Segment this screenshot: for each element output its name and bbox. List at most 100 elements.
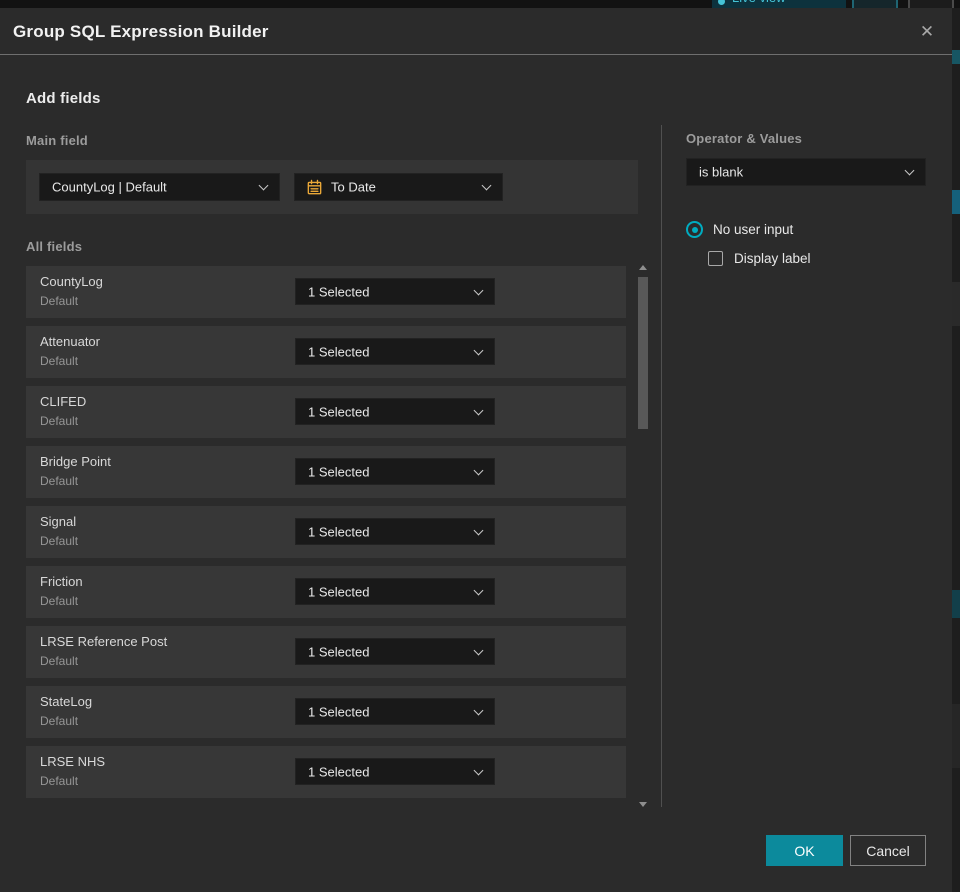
chevron-down-icon <box>473 465 484 475</box>
date-dropdown-value: To Date <box>331 179 376 195</box>
field-row-friction: Friction Default 1 Selected <box>26 566 626 618</box>
field-subtitle: Default <box>40 774 79 788</box>
chevron-down-icon <box>481 180 492 191</box>
field-name: Friction <box>40 574 83 589</box>
background-fragment <box>952 704 960 768</box>
main-field-label: Main field <box>26 133 88 148</box>
background-fragment <box>952 282 960 326</box>
operator-dropdown-value: is blank <box>699 164 744 180</box>
background-button-fragment <box>908 0 954 8</box>
checkbox-unchecked-icon <box>708 251 723 266</box>
field-select-dropdown[interactable]: 1 Selected <box>295 698 495 725</box>
field-subtitle: Default <box>40 414 79 428</box>
display-label-text: Display label <box>734 251 811 266</box>
field-select-value: 1 Selected <box>308 584 370 599</box>
field-name: Signal <box>40 514 77 529</box>
field-select-dropdown[interactable]: 1 Selected <box>295 458 495 485</box>
list-scrollbar[interactable] <box>636 263 650 809</box>
scroll-up-arrow-icon[interactable] <box>639 265 647 270</box>
date-attribute-dropdown[interactable]: To Date <box>294 173 503 201</box>
field-subtitle: Default <box>40 654 79 668</box>
field-select-dropdown[interactable]: 1 Selected <box>295 338 495 365</box>
no-user-input-label: No user input <box>713 222 794 237</box>
field-select-dropdown[interactable]: 1 Selected <box>295 518 495 545</box>
cancel-button[interactable]: Cancel <box>850 835 926 866</box>
scroll-down-arrow-icon[interactable] <box>639 802 647 807</box>
live-view-dot-icon <box>718 0 725 5</box>
chevron-down-icon <box>258 180 269 191</box>
calendar-icon <box>307 179 322 195</box>
field-select-dropdown[interactable]: 1 Selected <box>295 398 495 425</box>
chevron-down-icon <box>473 765 484 775</box>
chevron-down-icon <box>473 705 484 715</box>
field-select-value: 1 Selected <box>308 344 370 359</box>
field-name: CLIFED <box>40 394 87 409</box>
chevron-down-icon <box>904 165 915 176</box>
radio-selected-icon <box>686 221 703 238</box>
all-fields-list: CountyLog Default 1 Selected Attenuator … <box>26 266 626 798</box>
field-select-dropdown[interactable]: 1 Selected <box>295 578 495 605</box>
field-subtitle: Default <box>40 534 79 548</box>
ok-button[interactable]: OK <box>766 835 843 866</box>
field-select-value: 1 Selected <box>308 704 370 719</box>
background-fragment <box>952 590 960 618</box>
operator-values-label: Operator & Values <box>686 131 803 146</box>
field-select-value: 1 Selected <box>308 464 370 479</box>
field-select-dropdown[interactable]: 1 Selected <box>295 278 495 305</box>
field-row-clifed: CLIFED Default 1 Selected <box>26 386 626 438</box>
dialog-header: Group SQL Expression Builder ✕ <box>0 8 952 55</box>
field-row-countylog: CountyLog Default 1 Selected <box>26 266 626 318</box>
field-select-value: 1 Selected <box>308 284 370 299</box>
screen: Live view Group SQL Expression Builder ✕… <box>0 0 960 892</box>
field-subtitle: Default <box>40 474 79 488</box>
field-select-dropdown[interactable]: 1 Selected <box>295 638 495 665</box>
field-subtitle: Default <box>40 594 79 608</box>
live-view-tab-fragment: Live view <box>712 0 846 8</box>
field-name: StateLog <box>40 694 93 709</box>
add-fields-heading: Add fields <box>26 90 101 107</box>
radio-dot <box>691 226 698 233</box>
background-button-fragment <box>852 0 898 8</box>
field-select-dropdown[interactable]: 1 Selected <box>295 758 495 785</box>
field-select-value: 1 Selected <box>308 404 370 419</box>
all-fields-label: All fields <box>26 239 83 254</box>
chevron-down-icon <box>473 285 484 295</box>
background-app-right-strip <box>952 8 960 892</box>
field-subtitle: Default <box>40 294 79 308</box>
chevron-down-icon <box>473 585 484 595</box>
main-field-dropdown-value: CountyLog | Default <box>52 179 167 195</box>
dialog-title: Group SQL Expression Builder <box>13 22 269 41</box>
field-name: Bridge Point <box>40 454 111 469</box>
chevron-down-icon <box>473 405 484 415</box>
field-name: LRSE NHS <box>40 754 106 769</box>
main-field-panel: CountyLog | Default To Date <box>26 160 638 214</box>
field-select-value: 1 Selected <box>308 764 370 779</box>
field-select-value: 1 Selected <box>308 524 370 539</box>
field-subtitle: Default <box>40 714 79 728</box>
field-row-lrse-nhs: LRSE NHS Default 1 Selected <box>26 746 626 798</box>
background-app-top-strip: Live view <box>0 0 960 8</box>
field-row-lrse-reference-post: LRSE Reference Post Default 1 Selected <box>26 626 626 678</box>
field-name: CountyLog <box>40 274 103 289</box>
field-select-value: 1 Selected <box>308 644 370 659</box>
panel-divider <box>661 125 662 807</box>
close-icon: ✕ <box>919 22 935 41</box>
chevron-down-icon <box>473 345 484 355</box>
chevron-down-icon <box>473 645 484 655</box>
live-view-label: Live view <box>732 0 785 5</box>
main-field-dropdown[interactable]: CountyLog | Default <box>39 173 280 201</box>
field-row-statelog: StateLog Default 1 Selected <box>26 686 626 738</box>
field-row-attenuator: Attenuator Default 1 Selected <box>26 326 626 378</box>
operator-dropdown[interactable]: is blank <box>686 158 926 186</box>
background-fragment <box>952 190 960 214</box>
background-fragment <box>952 50 960 64</box>
field-subtitle: Default <box>40 354 79 368</box>
field-row-bridge-point: Bridge Point Default 1 Selected <box>26 446 626 498</box>
close-button[interactable]: ✕ <box>914 19 940 45</box>
scrollbar-thumb[interactable] <box>638 277 648 429</box>
field-name: LRSE Reference Post <box>40 634 168 649</box>
group-sql-expression-builder-dialog: Group SQL Expression Builder ✕ Add field… <box>0 8 952 892</box>
field-name: Attenuator <box>40 334 100 349</box>
chevron-down-icon <box>473 525 484 535</box>
field-row-signal: Signal Default 1 Selected <box>26 506 626 558</box>
